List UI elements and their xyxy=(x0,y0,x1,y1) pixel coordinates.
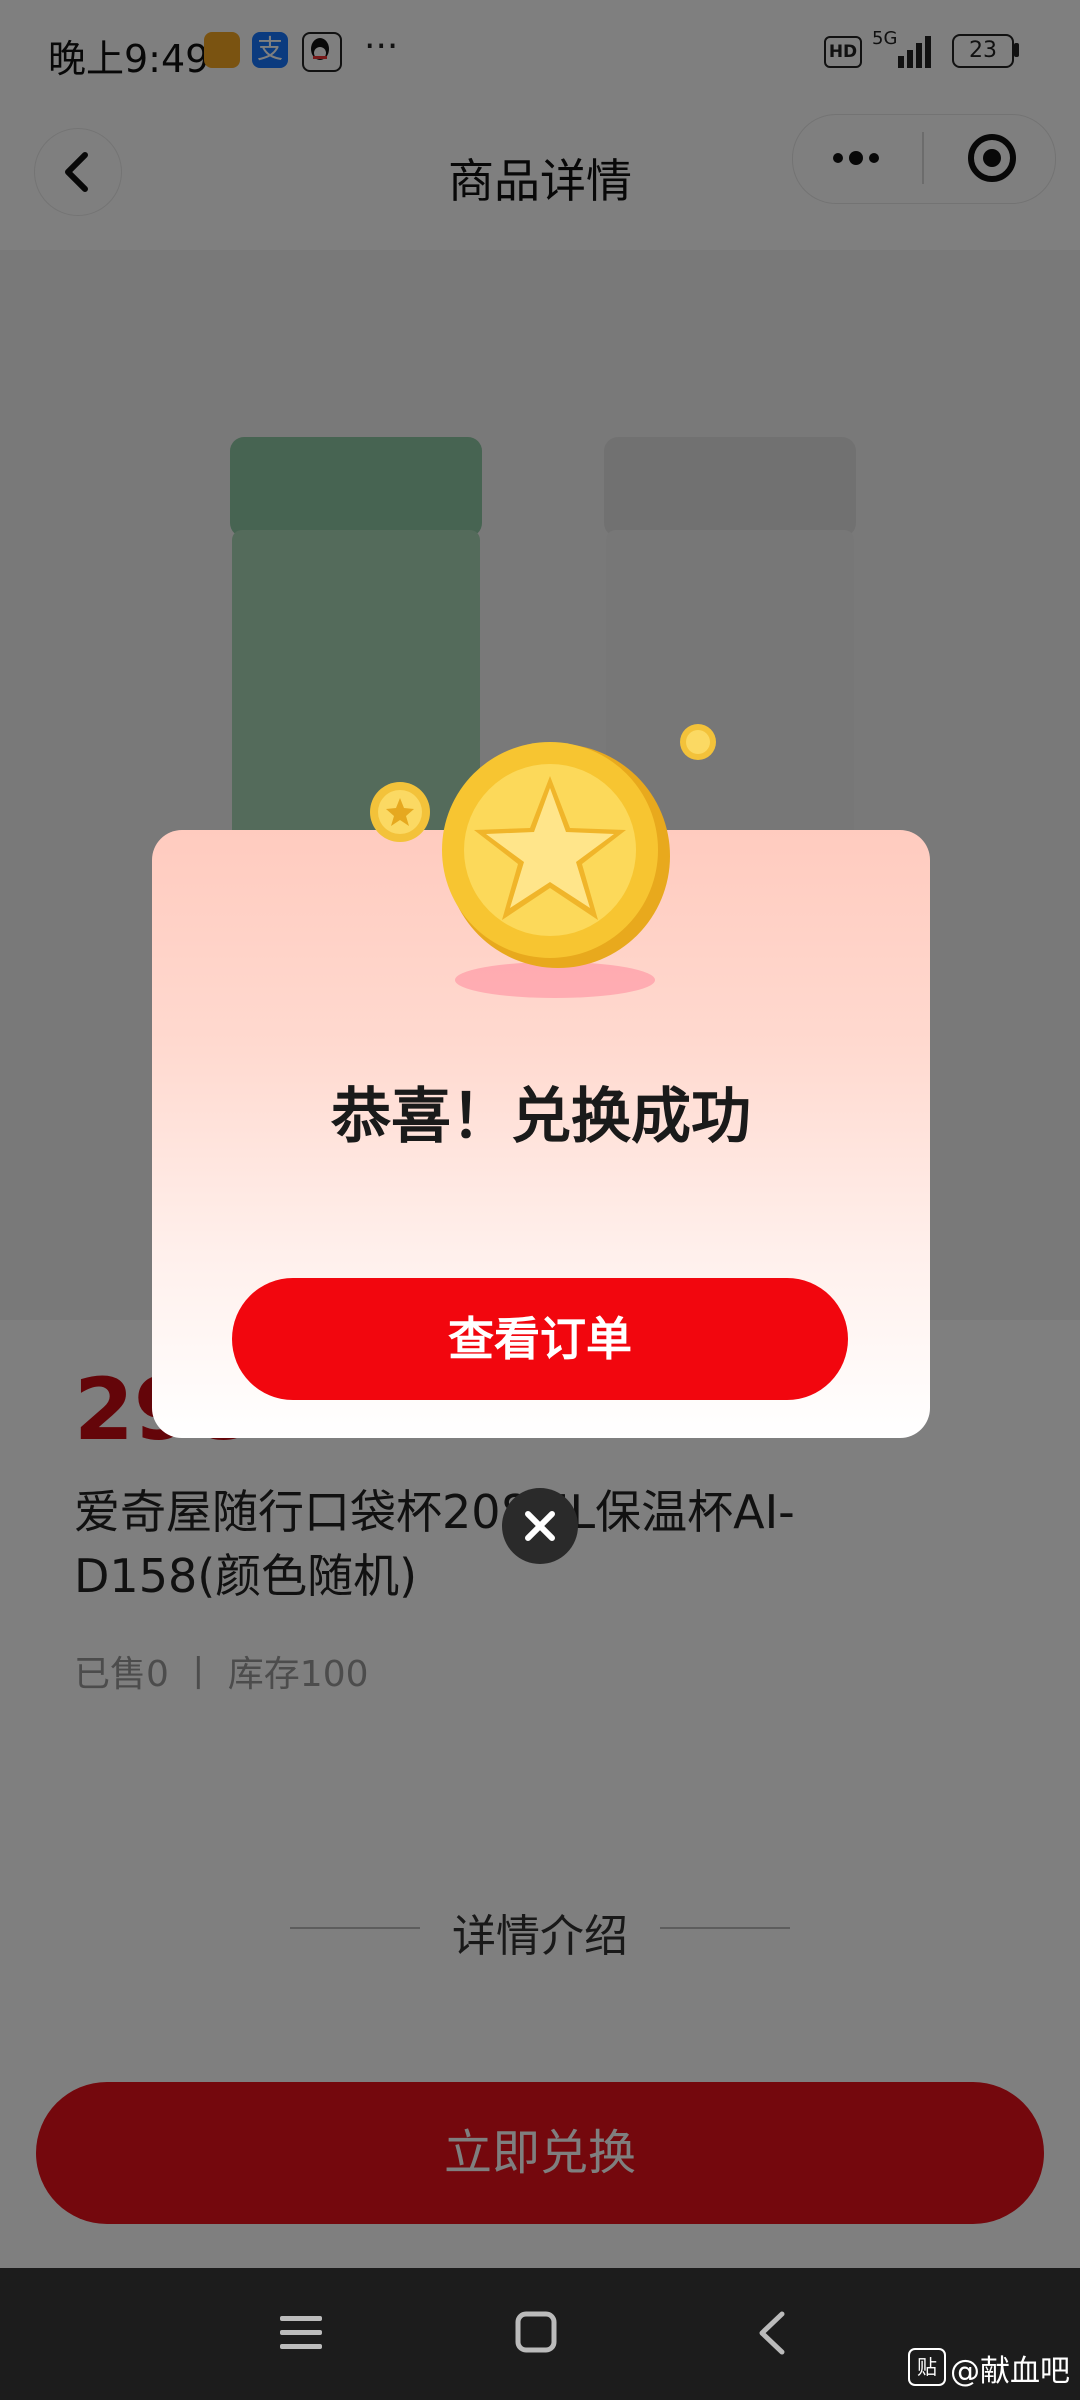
view-order-button[interactable]: 查看订单 xyxy=(232,1278,848,1400)
close-icon xyxy=(525,1511,555,1541)
small-coin-icon xyxy=(370,782,430,842)
back-nav-icon[interactable] xyxy=(754,2308,790,2358)
home-icon[interactable] xyxy=(514,2310,558,2354)
close-modal-button[interactable] xyxy=(502,1488,578,1564)
watermark: @献血吧 xyxy=(950,2354,1070,2389)
tiny-coin-icon xyxy=(680,724,716,760)
tieba-logo-icon: 贴 xyxy=(908,2348,946,2386)
menu-icon[interactable] xyxy=(278,2312,324,2354)
gold-star-coin-icon xyxy=(442,742,670,998)
modal-title: 恭喜！兑换成功 xyxy=(331,1082,751,1152)
